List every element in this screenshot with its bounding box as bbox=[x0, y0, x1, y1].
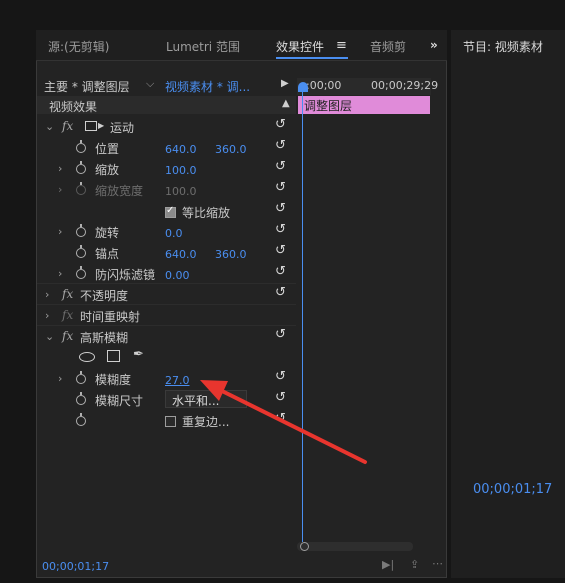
annotation-arrow bbox=[200, 380, 367, 464]
